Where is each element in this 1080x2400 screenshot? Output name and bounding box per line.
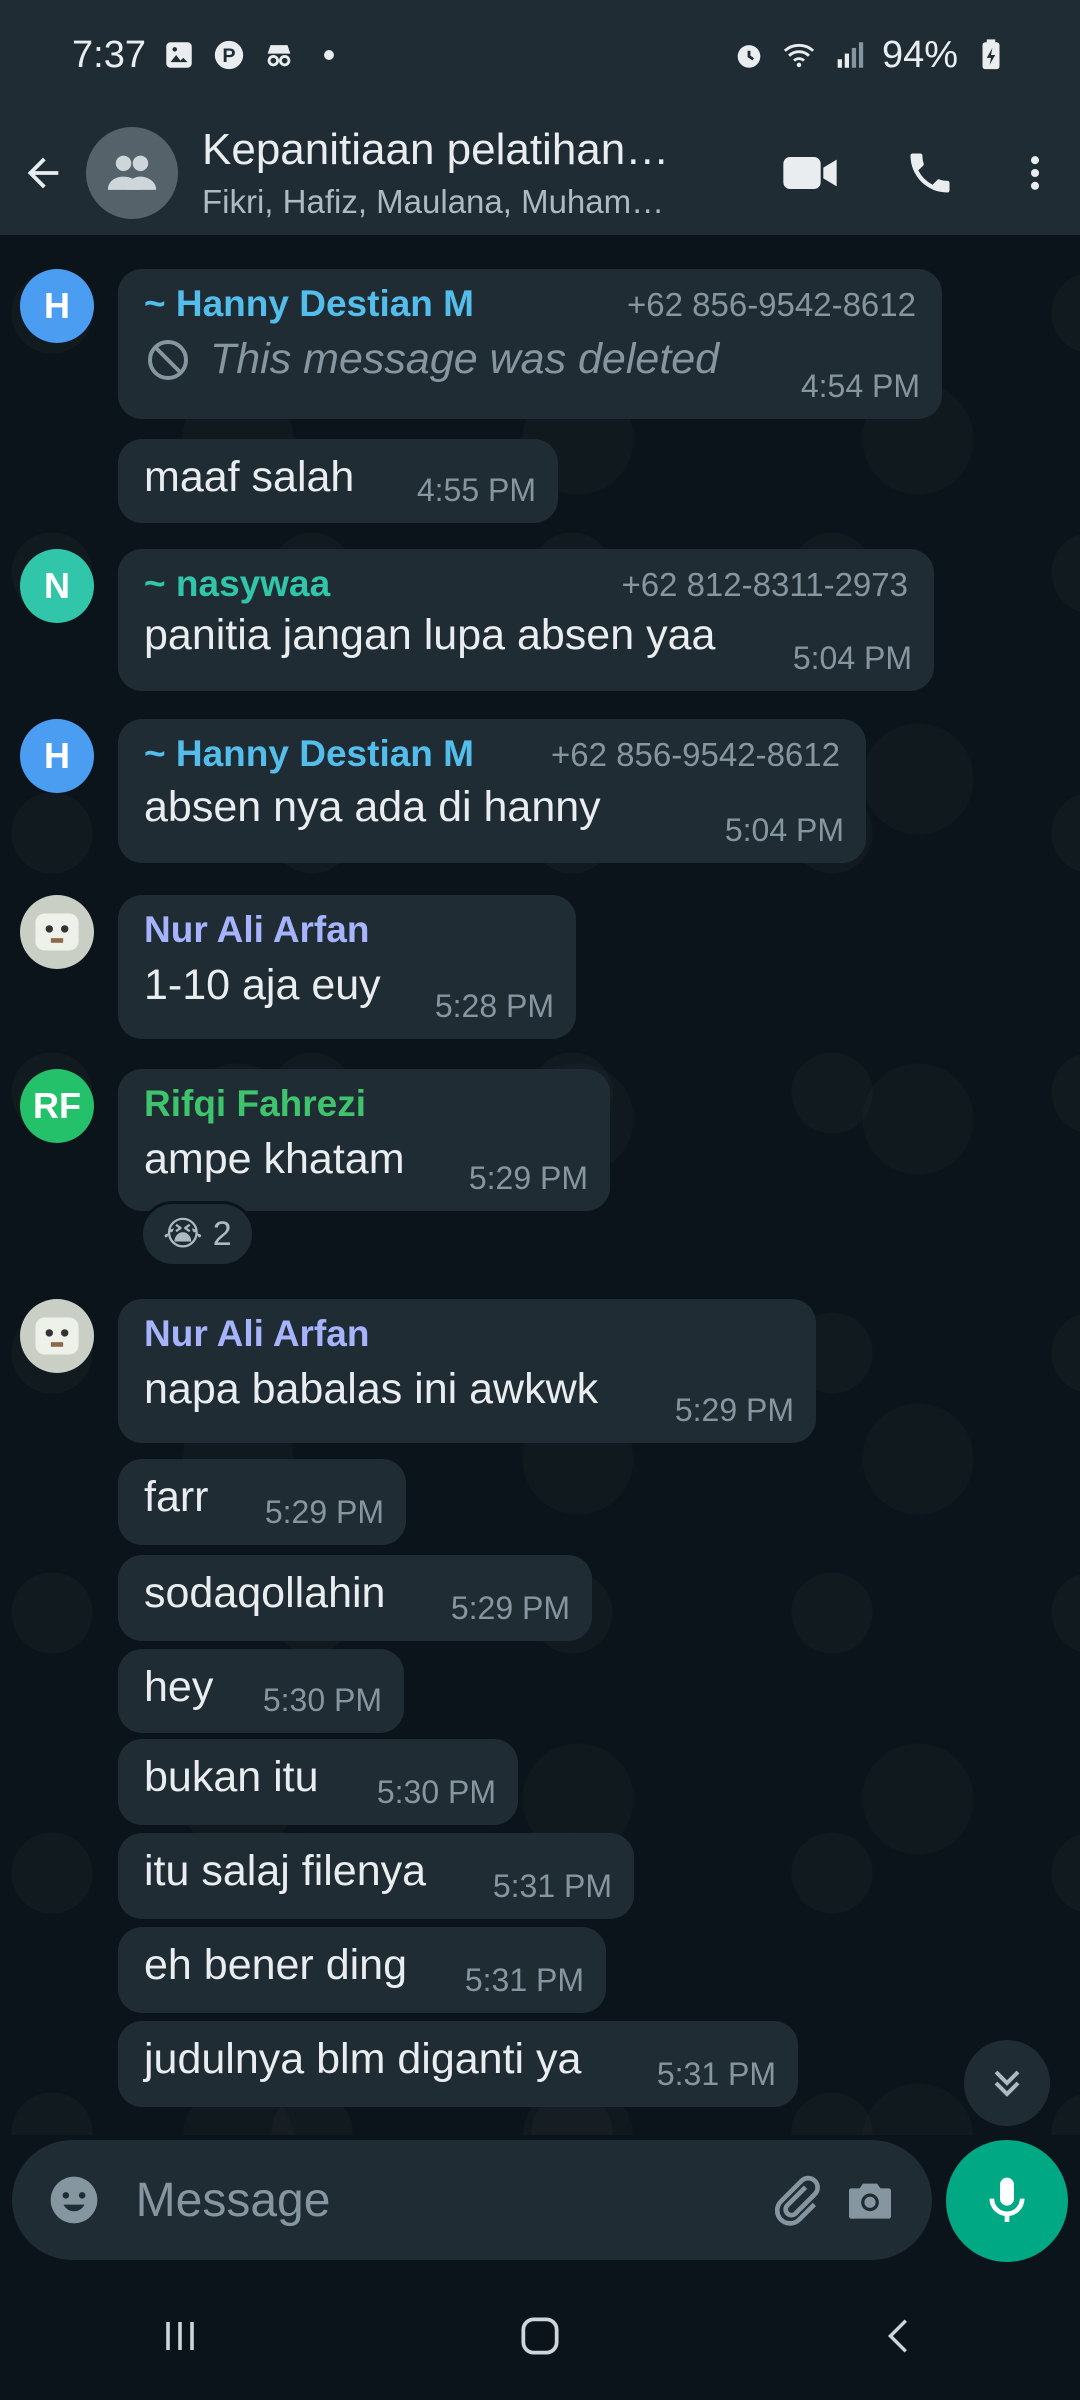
message-bubble[interactable]: sodaqollahin 5:29 PM <box>118 1555 592 1641</box>
message-bubble[interactable]: hey 5:30 PM <box>118 1649 404 1733</box>
incognito-icon <box>267 45 291 67</box>
group-icon <box>107 155 157 190</box>
profile-photo-icon <box>35 1317 79 1355</box>
scroll-to-bottom-button[interactable] <box>964 2040 1050 2126</box>
message-bubble[interactable]: eh bener ding 5:31 PM <box>118 1927 606 2013</box>
message-bubble[interactable]: ~ Hanny Destian M +62 856-9542-8612 abse… <box>118 719 866 863</box>
message-text: This message was deleted <box>210 335 720 383</box>
message-time: 5:04 PM <box>792 640 912 676</box>
more-options-icon <box>1030 155 1040 190</box>
video-call-icon <box>783 156 837 189</box>
message-bubble[interactable]: ~ nasywaa +62 812-8311-2973 panitia jang… <box>118 549 934 691</box>
deleted-message-icon <box>148 339 188 380</box>
status-time: 7:37 <box>72 33 146 76</box>
message-time: 5:30 PM <box>376 1774 496 1810</box>
video-call-button[interactable] <box>750 118 870 228</box>
microphone-icon <box>989 2177 1025 2222</box>
chat-participants: Fikri, Hafiz, Maulana, Muham… <box>202 182 665 220</box>
message-bubble[interactable]: farr 5:29 PM <box>118 1459 406 1545</box>
message-composer <box>12 2140 932 2260</box>
gallery-icon <box>166 42 192 68</box>
sender-name[interactable]: ~ nasywaa <box>144 563 330 605</box>
voice-call-icon <box>910 153 950 192</box>
reaction-count: 2 <box>212 1214 232 1253</box>
group-avatar[interactable] <box>86 126 178 219</box>
voice-call-button[interactable] <box>870 118 990 228</box>
arrow-back-icon <box>27 157 59 188</box>
message-time: 5:29 PM <box>468 1160 588 1196</box>
sender-phone: +62 812-8311-2973 <box>621 566 908 603</box>
back-button[interactable] <box>0 110 86 235</box>
message-time: 5:30 PM <box>262 1682 382 1718</box>
back-nav-icon <box>887 2319 907 2353</box>
attach-button[interactable] <box>757 2150 833 2250</box>
message-bubble[interactable]: itu salaj filenya 5:31 PM <box>118 1833 634 1919</box>
sender-name[interactable]: Rifqi Fahrezi <box>144 1083 584 1125</box>
sender-name[interactable]: Nur Ali Arfan <box>144 1313 790 1355</box>
message-bubble[interactable]: Nur Ali Arfan 1-10 aja euy 5:28 PM <box>118 895 576 1039</box>
message-time: 4:54 PM <box>800 368 920 404</box>
system-nav-bar <box>0 2272 1080 2400</box>
message-time: 5:31 PM <box>464 1962 584 1998</box>
svg-text:P: P <box>222 45 235 67</box>
avatar-hanny[interactable]: H <box>20 719 94 793</box>
chat-title: Kepanitiaan pelatihan… <box>202 124 670 174</box>
voice-message-button[interactable] <box>946 2140 1068 2262</box>
message-bubble[interactable]: maaf salah 4:55 PM <box>118 439 558 523</box>
avatar-nur-ali-arfan[interactable] <box>20 895 94 969</box>
message-bubble[interactable]: Rifqi Fahrezi ampe khatam 5:29 PM <box>118 1069 610 1211</box>
message-input[interactable] <box>135 2172 757 2228</box>
message-time: 5:29 PM <box>450 1590 570 1626</box>
signal-icon <box>837 42 864 68</box>
system-back-button[interactable] <box>840 2286 960 2386</box>
message-time: 5:29 PM <box>674 1392 794 1428</box>
reaction-pill[interactable]: 😭 2 <box>140 1201 255 1267</box>
paperclip-icon <box>774 2175 820 2226</box>
double-chevron-down-icon <box>994 2070 1020 2097</box>
avatar-nasywaa[interactable]: N <box>20 549 94 623</box>
sender-phone: +62 856-9542-8612 <box>626 286 916 323</box>
pinterest-icon: P <box>214 40 244 70</box>
wifi-icon <box>783 43 815 68</box>
emoji-icon <box>50 2176 98 2224</box>
camera-icon <box>849 2183 892 2219</box>
recent-apps-button[interactable] <box>120 2286 240 2386</box>
avatar-hanny[interactable]: H <box>20 269 94 343</box>
sender-name[interactable]: ~ Hanny Destian M <box>144 283 474 325</box>
avatar-nur-ali-arfan[interactable] <box>20 1299 94 1373</box>
message-time: 5:29 PM <box>264 1494 384 1530</box>
dot-icon <box>324 50 334 60</box>
battery-charging-icon <box>982 39 1000 70</box>
camera-button[interactable] <box>832 2150 908 2250</box>
emoji-button[interactable] <box>36 2150 112 2250</box>
message-bubble[interactable]: ~ Hanny Destian M +62 856-9542-8612 This… <box>118 269 942 419</box>
sender-name[interactable]: ~ Hanny Destian M <box>144 733 474 775</box>
battery-level: 94% <box>881 33 958 76</box>
sender-phone: +62 856-9542-8612 <box>550 736 840 773</box>
message-bubble[interactable]: judulnya blm diganti ya 5:31 PM <box>118 2021 798 2107</box>
status-bar: 7:37 P 94% <box>0 0 1080 110</box>
sender-name[interactable]: Nur Ali Arfan <box>144 909 550 951</box>
message-time: 5:28 PM <box>434 988 554 1024</box>
message-time: 5:04 PM <box>724 812 844 848</box>
message-bubble[interactable]: bukan itu 5:30 PM <box>118 1739 518 1825</box>
message-time: 4:55 PM <box>416 472 536 508</box>
message-bubble[interactable]: Nur Ali Arfan napa babalas ini awkwk 5:2… <box>118 1299 816 1443</box>
home-button[interactable] <box>480 2286 600 2386</box>
reaction-emoji: 😭 <box>163 1215 203 1253</box>
chat-header: Kepanitiaan pelatihan… Fikri, Hafiz, Mau… <box>0 110 1080 235</box>
avatar-rifqi-fahrezi[interactable]: RF <box>20 1069 94 1143</box>
alarm-icon <box>737 45 761 68</box>
message-time: 5:31 PM <box>492 1868 612 1904</box>
more-options-button[interactable] <box>990 118 1080 228</box>
profile-photo-icon <box>35 913 79 951</box>
message-time: 5:31 PM <box>656 2056 776 2092</box>
chat-title-area[interactable]: Kepanitiaan pelatihan… Fikri, Hafiz, Mau… <box>202 125 722 221</box>
message-list[interactable]: H ~ Hanny Destian M +62 856-9542-8612 Th… <box>0 235 1080 2135</box>
recent-apps-icon <box>166 2322 194 2350</box>
home-icon <box>521 2317 559 2355</box>
